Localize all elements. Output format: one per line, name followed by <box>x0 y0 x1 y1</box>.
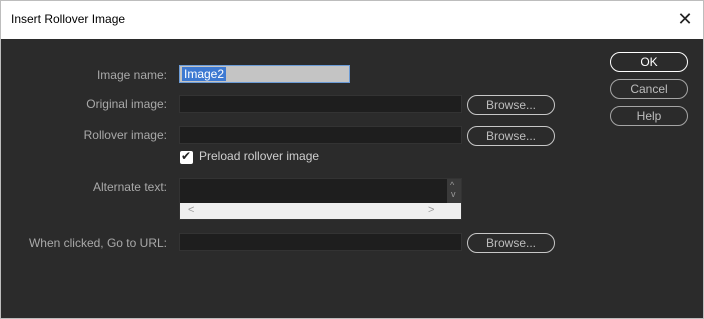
checkmark-icon: ✔ <box>181 149 192 163</box>
url-label: When clicked, Go to URL: <box>28 236 167 250</box>
rollover-image-label: Rollover image: <box>83 128 167 142</box>
image-name-input[interactable]: Image2 <box>179 65 350 83</box>
browse-url-button[interactable]: Browse... <box>467 233 555 253</box>
browse-original-button[interactable]: Browse... <box>467 95 555 115</box>
alternate-text-area[interactable]: ^ v < > <box>179 178 462 220</box>
help-button[interactable]: Help <box>610 106 688 126</box>
vertical-scrollbar[interactable]: ^ v <box>447 179 461 203</box>
horizontal-scrollbar[interactable]: < > <box>180 203 461 219</box>
rollover-image-input[interactable] <box>179 126 462 144</box>
alternate-text-label: Alternate text: <box>92 180 167 194</box>
image-name-value: Image2 <box>182 67 227 81</box>
preload-checkbox[interactable]: ✔ <box>180 149 193 164</box>
scroll-left-icon[interactable]: < <box>188 204 194 216</box>
close-icon[interactable]: ✕ <box>673 7 697 31</box>
browse-rollover-button[interactable]: Browse... <box>467 126 555 146</box>
original-image-input[interactable] <box>179 95 462 113</box>
original-image-label: Original image: <box>86 97 167 111</box>
scroll-down-icon[interactable]: v <box>451 189 456 199</box>
scroll-right-icon[interactable]: > <box>428 204 434 216</box>
preload-label: Preload rollover image <box>199 149 320 163</box>
cancel-button[interactable]: Cancel <box>610 79 688 99</box>
insert-rollover-image-dialog: Insert Rollover Image ✕ Image name: Imag… <box>0 0 704 319</box>
title-bar: Insert Rollover Image ✕ <box>1 1 703 39</box>
url-input[interactable] <box>179 233 462 251</box>
dialog-title: Insert Rollover Image <box>11 12 126 26</box>
image-name-label: Image name: <box>96 68 167 82</box>
ok-button[interactable]: OK <box>610 52 688 72</box>
